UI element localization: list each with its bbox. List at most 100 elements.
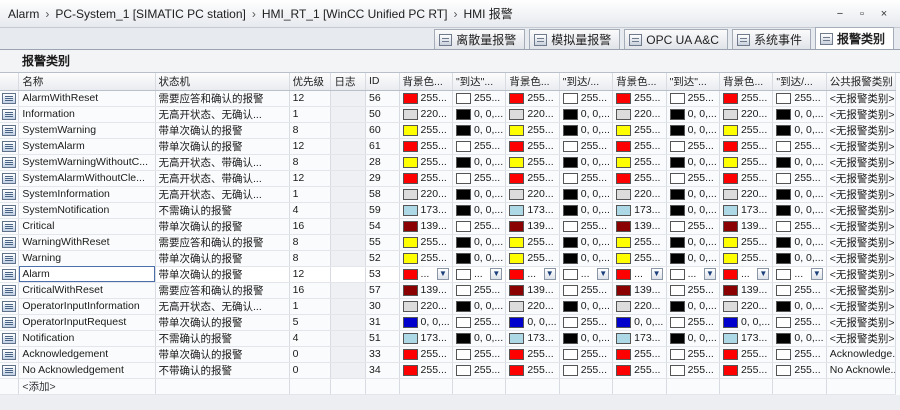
color-cell[interactable]: 255...: [612, 122, 667, 139]
color-cell[interactable]: ... ▼: [666, 266, 720, 283]
color-cell[interactable]: 255...: [505, 346, 560, 363]
restore-button[interactable]: ▫: [854, 6, 870, 22]
state-machine-cell[interactable]: 无高开状态、无确认...: [155, 186, 290, 203]
log-cell[interactable]: [330, 138, 367, 155]
color-cell[interactable]: ... ▼: [719, 266, 774, 283]
color-cell[interactable]: 255...: [612, 362, 667, 379]
name-cell[interactable]: Warning: [18, 250, 156, 267]
color-cell[interactable]: 220...: [505, 186, 560, 203]
priority-cell[interactable]: 0: [289, 362, 332, 379]
priority-cell[interactable]: 1: [289, 186, 332, 203]
color-cell[interactable]: 0, 0,...: [719, 314, 774, 331]
table-row[interactable]: OperatorInputInformation 无高开状态、无确认... 1 30 2…: [0, 298, 897, 315]
common-alarm-class-cell[interactable]: <无报警类别>: [826, 122, 897, 139]
log-cell[interactable]: [330, 122, 367, 139]
column-header[interactable]: ID: [365, 73, 400, 91]
color-cell[interactable]: 139...: [399, 282, 453, 299]
name-cell[interactable]: Acknowledgement: [18, 346, 156, 363]
color-cell[interactable]: 255...: [559, 170, 614, 187]
color-cell[interactable]: 255...: [719, 138, 774, 155]
log-cell[interactable]: [330, 106, 367, 123]
color-cell[interactable]: 0, 0,...: [772, 106, 827, 123]
color-cell[interactable]: 0, 0,...: [559, 298, 614, 315]
column-header[interactable]: 背景色...: [399, 73, 453, 91]
common-alarm-class-cell[interactable]: <无报警类别>: [826, 330, 897, 347]
state-machine-cell[interactable]: 无高开状态、带确认...: [155, 170, 290, 187]
color-cell[interactable]: 0, 0,...: [559, 106, 614, 123]
color-cell[interactable]: 255...: [719, 90, 774, 107]
color-cell[interactable]: 255...: [399, 154, 453, 171]
color-cell[interactable]: 255...: [612, 250, 667, 267]
name-cell[interactable]: WarningWithReset: [18, 234, 156, 251]
common-alarm-class-cell[interactable]: <无报警类别>: [826, 154, 897, 171]
color-cell[interactable]: 220...: [399, 186, 453, 203]
table-row[interactable]: Alarm 带单次确认的报警 12 53... ▼... ▼... ▼... ▼... ▼...…: [0, 266, 897, 283]
priority-cell[interactable]: 12: [289, 90, 332, 107]
tab-4[interactable]: 报警类别: [814, 27, 894, 49]
priority-cell[interactable]: 12: [289, 138, 332, 155]
priority-cell[interactable]: 4: [289, 202, 332, 219]
color-cell[interactable]: 255...: [612, 234, 667, 251]
color-cell[interactable]: 255...: [505, 362, 560, 379]
color-cell[interactable]: 173...: [505, 330, 560, 347]
dropdown-arrow-icon[interactable]: ▼: [650, 268, 663, 280]
priority-cell[interactable]: 1: [289, 106, 332, 123]
color-cell[interactable]: 255...: [666, 90, 720, 107]
color-cell[interactable]: 255...: [772, 362, 827, 379]
color-cell[interactable]: 0, 0,...: [559, 186, 614, 203]
color-cell[interactable]: 255...: [772, 138, 827, 155]
color-cell[interactable]: 0, 0,...: [559, 154, 614, 171]
common-alarm-class-cell[interactable]: Acknowledge...: [826, 346, 897, 363]
color-cell[interactable]: 0, 0,...: [452, 154, 507, 171]
color-cell[interactable]: 220...: [399, 106, 453, 123]
color-cell[interactable]: 255...: [399, 138, 453, 155]
common-alarm-class-cell[interactable]: <无报警类别>: [826, 218, 897, 235]
color-cell[interactable]: 255...: [666, 170, 720, 187]
name-cell[interactable]: SystemWarningWithoutC...: [18, 154, 156, 171]
add-new-cell[interactable]: <添加>: [18, 378, 156, 395]
color-cell[interactable]: 173...: [612, 330, 667, 347]
color-cell[interactable]: 255...: [666, 218, 720, 235]
name-cell[interactable]: Information: [18, 106, 156, 123]
priority-cell[interactable]: 4: [289, 330, 332, 347]
state-machine-cell[interactable]: 带单次确认的报警: [155, 346, 290, 363]
color-cell[interactable]: 0, 0,...: [612, 314, 667, 331]
color-cell[interactable]: 255...: [452, 170, 507, 187]
table-row[interactable]: Notification 不需确认的报警 4 51 173... 0, 0,... 173.…: [0, 330, 897, 347]
common-alarm-class-cell[interactable]: <无报警类别>: [826, 170, 897, 187]
color-cell[interactable]: 255...: [719, 346, 774, 363]
common-alarm-class-cell[interactable]: No Acknowle...: [826, 362, 897, 379]
color-cell[interactable]: 255...: [612, 346, 667, 363]
log-cell[interactable]: [330, 330, 367, 347]
color-cell[interactable]: 0, 0,...: [452, 330, 507, 347]
table-row[interactable]: SystemInformation 无高开状态、无确认... 1 58 220... 0,…: [0, 186, 897, 203]
name-cell[interactable]: SystemAlarm: [18, 138, 156, 155]
color-cell[interactable]: 255...: [559, 314, 614, 331]
color-cell[interactable]: 255...: [666, 362, 720, 379]
priority-cell[interactable]: 12: [289, 170, 332, 187]
color-cell[interactable]: 255...: [559, 362, 614, 379]
breadcrumb-item[interactable]: HMI_RT_1 [WinCC Unified PC RT]: [262, 7, 448, 21]
color-cell[interactable]: 0, 0,...: [559, 122, 614, 139]
color-cell[interactable]: ... ▼: [399, 266, 453, 283]
color-cell[interactable]: 0, 0,...: [772, 250, 827, 267]
column-header[interactable]: 状态机: [155, 73, 290, 91]
color-cell[interactable]: 255...: [505, 122, 560, 139]
color-cell[interactable]: 255...: [399, 122, 453, 139]
color-cell[interactable]: 139...: [505, 218, 560, 235]
color-cell[interactable]: 0, 0,...: [666, 330, 720, 347]
color-cell[interactable]: 0, 0,...: [772, 234, 827, 251]
color-cell[interactable]: 0, 0,...: [666, 186, 720, 203]
color-cell[interactable]: 173...: [719, 202, 774, 219]
color-cell[interactable]: 255...: [505, 170, 560, 187]
log-cell[interactable]: [330, 154, 367, 171]
color-cell[interactable]: 139...: [719, 282, 774, 299]
color-cell[interactable]: 0, 0,...: [666, 154, 720, 171]
log-cell[interactable]: [330, 234, 367, 251]
color-cell[interactable]: 0, 0,...: [452, 186, 507, 203]
color-cell[interactable]: 0, 0,...: [559, 202, 614, 219]
color-cell[interactable]: 255...: [666, 138, 720, 155]
state-machine-cell[interactable]: 带单次确认的报警: [155, 250, 290, 267]
column-header[interactable]: 背景色...: [505, 73, 560, 91]
breadcrumb-item[interactable]: PC-System_1 [SIMATIC PC station]: [55, 7, 246, 21]
